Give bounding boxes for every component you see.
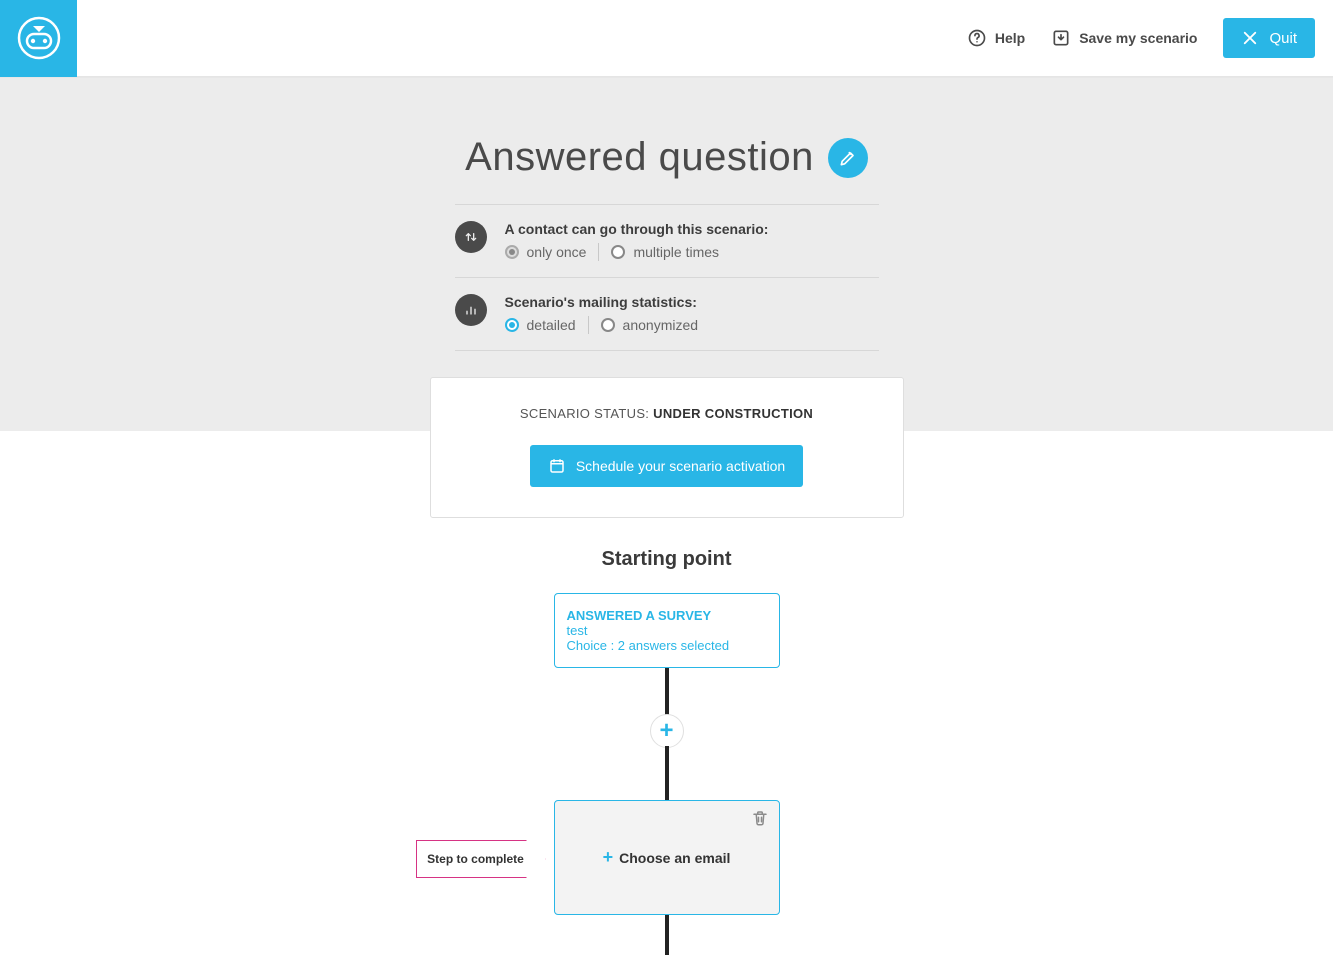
help-link[interactable]: Help	[967, 28, 1025, 48]
start-line2: test	[567, 623, 767, 638]
email-node-wrap: Step to complete + Choose an email	[554, 800, 780, 915]
divider	[588, 316, 589, 334]
settings-block: A contact can go through this scenario: …	[455, 204, 879, 351]
radio-empty-icon	[601, 318, 615, 332]
topbar-right: Help Save my scenario Quit	[967, 18, 1333, 58]
top-bar: Help Save my scenario Quit	[0, 0, 1333, 77]
status-value: UNDER CONSTRUCTION	[653, 406, 813, 421]
page-title: Answered question	[465, 135, 814, 180]
plus-icon: +	[659, 717, 673, 745]
arrows-icon-badge	[455, 221, 487, 253]
close-icon	[1241, 29, 1259, 47]
setting-passthrough: A contact can go through this scenario: …	[455, 205, 879, 277]
start-line3: Choice : 2 answers selected	[567, 638, 767, 653]
connector-line	[665, 746, 669, 800]
radio-dot-icon	[505, 318, 519, 332]
radio-multiple-times[interactable]: multiple times	[611, 244, 719, 260]
robot-logo-icon	[15, 14, 63, 62]
calendar-icon	[548, 457, 566, 475]
pencil-icon	[838, 148, 858, 168]
multiple-times-label: multiple times	[633, 244, 719, 260]
radio-dot-icon	[505, 245, 519, 259]
connector-line	[665, 915, 669, 955]
bars-icon-badge	[455, 294, 487, 326]
schedule-label: Schedule your scenario activation	[576, 458, 785, 474]
status-line: SCENARIO STATUS: UNDER CONSTRUCTION	[451, 406, 883, 421]
connector-line	[665, 668, 669, 716]
help-label: Help	[995, 30, 1025, 46]
radio-only-once[interactable]: only once	[505, 244, 587, 260]
choose-email-text: + Choose an email	[603, 847, 731, 868]
start-line1: ANSWERED A SURVEY	[567, 608, 767, 623]
plus-icon: +	[603, 847, 614, 868]
choose-email-node[interactable]: + Choose an email	[554, 800, 780, 915]
status-prefix: SCENARIO STATUS:	[520, 406, 653, 421]
delete-step-button[interactable]	[751, 809, 769, 832]
add-step-button[interactable]: +	[650, 714, 684, 748]
radio-detailed[interactable]: detailed	[505, 317, 576, 333]
save-icon	[1051, 28, 1071, 48]
content: Answered question A contact can go throu…	[0, 77, 1333, 923]
quit-label: Quit	[1269, 30, 1297, 47]
setting-statistics: Scenario's mailing statistics: detailed …	[455, 277, 879, 350]
status-card: SCENARIO STATUS: UNDER CONSTRUCTION Sche…	[430, 377, 904, 518]
step-to-complete-tag: Step to complete	[416, 840, 546, 878]
radio-empty-icon	[611, 245, 625, 259]
save-label: Save my scenario	[1079, 30, 1197, 46]
detailed-label: detailed	[527, 317, 576, 333]
title-row: Answered question	[465, 135, 868, 180]
passthrough-label: A contact can go through this scenario:	[505, 221, 879, 237]
statistics-label: Scenario's mailing statistics:	[505, 294, 879, 310]
divider	[598, 243, 599, 261]
logo-tile[interactable]	[0, 0, 77, 77]
save-link[interactable]: Save my scenario	[1051, 28, 1197, 48]
help-icon	[967, 28, 987, 48]
flow-wrap: ANSWERED A SURVEY test Choice : 2 answer…	[554, 593, 780, 955]
radio-anonymized[interactable]: anonymized	[601, 317, 699, 333]
quit-button[interactable]: Quit	[1223, 18, 1315, 58]
flow-heading: Starting point	[602, 548, 732, 571]
arrows-up-down-icon	[463, 229, 479, 245]
bar-chart-icon	[463, 302, 479, 318]
anonymized-label: anonymized	[623, 317, 699, 333]
trash-icon	[751, 809, 769, 827]
edit-title-button[interactable]	[828, 138, 868, 178]
only-once-label: only once	[527, 244, 587, 260]
choose-email-label: Choose an email	[619, 850, 730, 866]
start-node[interactable]: ANSWERED A SURVEY test Choice : 2 answer…	[554, 593, 780, 668]
schedule-activation-button[interactable]: Schedule your scenario activation	[530, 445, 803, 487]
